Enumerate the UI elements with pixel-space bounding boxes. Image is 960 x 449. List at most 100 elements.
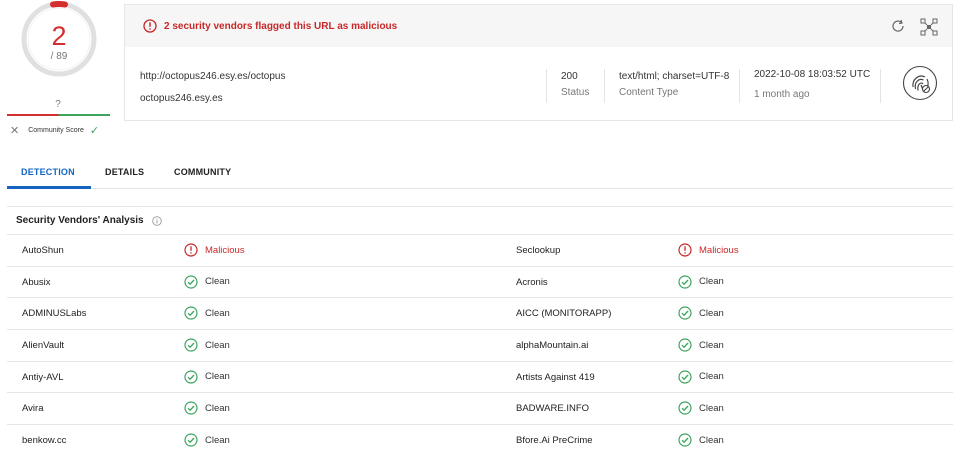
vendor-result: Clean [184, 275, 230, 289]
vendor-result-label: Clean [205, 371, 230, 383]
url-info-row: http://octopus246.esy.es/octopus octopus… [125, 47, 952, 121]
analysis-date: 2022-10-08 18:03:52 UTC [754, 69, 871, 80]
vendor-result-label: Clean [699, 339, 724, 351]
http-status-label: Status [561, 87, 590, 98]
check-circle-icon [184, 338, 198, 352]
check-circle-icon [184, 401, 198, 416]
check-circle-icon [678, 338, 692, 352]
vendor-result-label: Clean [699, 276, 724, 288]
analysis-date-relative: 1 month ago [754, 89, 810, 100]
vendor-result-label: Clean [205, 276, 230, 288]
alert-circle-icon [143, 19, 157, 33]
table-row: Avira Clean BADWARE.INFO Clean [7, 393, 953, 426]
divider [739, 69, 740, 103]
vendor-result: Clean [678, 370, 724, 384]
community-score-row: ✕ Community Score ✓ [10, 124, 99, 137]
card-actions [890, 18, 938, 36]
divider [546, 69, 547, 103]
tab-detection[interactable]: DETECTION [21, 167, 75, 177]
vendor-name: Avira [22, 403, 44, 415]
vendor-name: AlienVault [22, 340, 65, 352]
vendor-result: Clean [678, 433, 724, 447]
vendor-result: Clean [678, 338, 724, 352]
table-row: Antiy-AVL Clean Artists Against 419 Clean [7, 362, 953, 394]
table-row: ADMINUSLabs Clean AICC (MONITORAPP) Clean [7, 298, 953, 331]
community-score-value: ? [55, 99, 61, 110]
detection-score-widget: 2 / 89 [20, 0, 98, 78]
vendor-name: Acronis [516, 276, 548, 288]
alert-circle-icon [184, 243, 198, 257]
check-circle-icon [184, 275, 198, 289]
check-circle-icon [678, 433, 692, 447]
score-total: / 89 [50, 51, 68, 62]
url-summary-card: 2 security vendors flagged this URL as m… [124, 4, 953, 121]
vote-up-icon[interactable]: ✓ [90, 124, 99, 137]
vendor-result: Clean [184, 370, 230, 384]
vendor-result: Clean [678, 306, 724, 320]
vendor-result-label: Clean [699, 434, 724, 446]
vendor-result-label: Malicious [205, 244, 245, 256]
tab-bar: DETECTION DETAILS COMMUNITY [7, 155, 953, 189]
check-circle-icon [184, 433, 198, 447]
content-type-label: Content Type [619, 87, 679, 98]
community-score-bar [7, 114, 110, 116]
info-icon[interactable] [151, 215, 162, 226]
table-row: AutoShun Malicious Seclookup Malicious [7, 235, 953, 267]
table-row: benkow.cc Clean Bfore.Ai PreCrime Clean [7, 425, 953, 449]
vendor-result-label: Clean [205, 402, 230, 414]
vendor-result: Clean [184, 306, 230, 320]
tab-community[interactable]: COMMUNITY [174, 167, 231, 177]
http-status-value: 200 [561, 71, 578, 82]
vote-down-icon[interactable]: ✕ [10, 124, 19, 137]
vendor-result: Clean [678, 401, 724, 416]
scanned-url[interactable]: http://octopus246.esy.es/octopus [140, 71, 285, 82]
vendor-result: Clean [184, 433, 230, 447]
vendor-name: benkow.cc [22, 435, 67, 447]
active-tab-indicator [7, 186, 91, 189]
alert-banner: 2 security vendors flagged this URL as m… [125, 5, 952, 47]
vendor-name: alphaMountain.ai [516, 340, 589, 352]
vendor-name: Abusix [22, 276, 51, 288]
vendor-result: Clean [184, 338, 230, 352]
vendor-result-label: Clean [205, 434, 230, 446]
vendor-name: Antiy-AVL [22, 371, 64, 383]
check-circle-icon [678, 275, 692, 289]
vendor-name: AutoShun [22, 245, 64, 256]
community-score-label: Community Score [28, 127, 84, 134]
vendor-name: BADWARE.INFO [516, 403, 590, 415]
vendor-name: Bfore.Ai PreCrime [516, 435, 593, 447]
vendor-result-label: Malicious [699, 244, 739, 256]
check-circle-icon [678, 401, 692, 416]
vendor-result: Clean [184, 401, 230, 416]
vendor-result: Clean [678, 275, 724, 289]
vendors-analysis-section: Security Vendors' Analysis AutoShun Malic… [7, 206, 953, 449]
check-circle-icon [678, 370, 692, 384]
check-circle-icon [678, 306, 692, 320]
section-title: Security Vendors' Analysis [16, 215, 144, 226]
vendor-name: ADMINUSLabs [22, 308, 87, 320]
alert-circle-icon [678, 243, 692, 257]
fingerprint-icon [902, 65, 938, 101]
check-circle-icon [184, 370, 198, 384]
reanalyze-icon[interactable] [890, 18, 906, 34]
vendor-result: Malicious [678, 243, 739, 257]
content-type-value: text/html; charset=UTF-8 [619, 71, 730, 82]
tab-details[interactable]: DETAILS [105, 167, 144, 177]
divider [880, 69, 881, 103]
divider [604, 69, 605, 103]
vendors-table: AutoShun Malicious Seclookup Malicious Abusi… [7, 234, 953, 449]
graph-icon[interactable] [920, 18, 938, 36]
vendor-result: Malicious [184, 243, 245, 257]
vendor-result-label: Clean [205, 339, 230, 351]
score-detections: 2 [51, 21, 67, 51]
vendor-result-label: Clean [205, 307, 230, 319]
vendor-result-label: Clean [699, 371, 724, 383]
section-header: Security Vendors' Analysis [16, 215, 162, 226]
scanned-host[interactable]: octopus246.esy.es [140, 93, 223, 104]
vendor-result-label: Clean [699, 402, 724, 414]
vendor-name: AICC (MONITORAPP) [516, 308, 612, 320]
alert-text: 2 security vendors flagged this URL as m… [164, 20, 398, 32]
check-circle-icon [184, 306, 198, 320]
vendor-result-label: Clean [699, 307, 724, 319]
vendor-name: Seclookup [516, 245, 561, 256]
